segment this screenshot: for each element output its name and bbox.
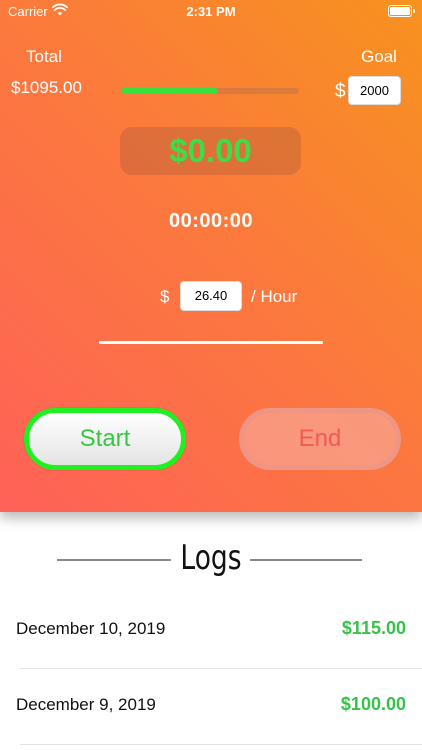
log-date: December 10, 2019 [16, 619, 166, 638]
logs-title: Logs [180, 538, 242, 578]
goal-progress-bar [121, 88, 299, 94]
goal-label: Goal [361, 47, 397, 66]
logs-rule-right [250, 559, 362, 561]
status-bar: Carrier 2:31 PM [0, 0, 422, 24]
elapsed-timer: 00:00:00 [168, 210, 254, 232]
total-label: Total [26, 47, 62, 66]
goal-progress-fill [121, 88, 219, 94]
row-separator [20, 744, 422, 745]
total-value: $1095.00 [11, 78, 82, 97]
divider [99, 341, 323, 344]
log-amount: $115.00 [341, 618, 406, 638]
log-amount: $100.00 [340, 694, 406, 714]
rate-unit-label: / Hour [251, 287, 298, 306]
log-row[interactable]: December 9, 2019 $100.00 [0, 669, 422, 745]
log-date: December 9, 2019 [16, 695, 156, 714]
log-row[interactable]: December 10, 2019 $115.00 [0, 593, 422, 669]
goal-currency-symbol: $ [335, 81, 346, 102]
timer-panel: Carrier 2:31 PM Total Goal $1095.00 $ 20… [0, 0, 422, 512]
current-earnings: $0.00 [120, 127, 301, 175]
rate-currency-symbol: $ [160, 287, 170, 306]
start-button[interactable]: Start [24, 408, 186, 470]
hourly-rate-input[interactable]: 26.40 [180, 281, 242, 311]
status-time: 2:31 PM [186, 4, 236, 19]
logs-header: Logs [0, 530, 422, 590]
goal-input[interactable]: 2000 [348, 76, 401, 105]
battery-icon [388, 5, 415, 17]
end-button[interactable]: End [239, 408, 401, 470]
